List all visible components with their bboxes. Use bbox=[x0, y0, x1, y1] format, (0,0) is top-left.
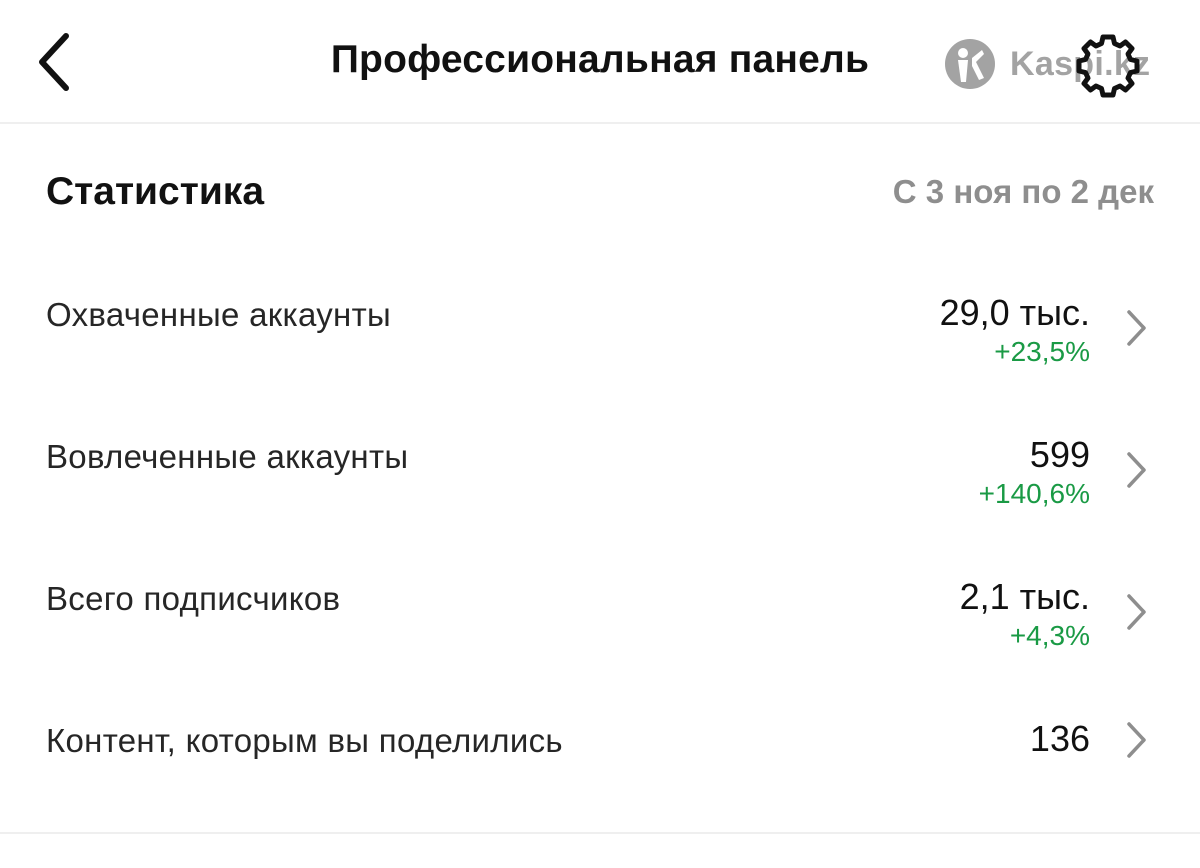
stat-row-reached-accounts[interactable]: Охваченные аккаунты 29,0 тыс. +23,5% bbox=[0, 292, 1200, 416]
stat-label: Вовлеченные аккаунты bbox=[46, 438, 409, 475]
stat-row-engaged-accounts[interactable]: Вовлеченные аккаунты 599 +140,6% bbox=[0, 434, 1200, 558]
stat-delta: +4,3% bbox=[1009, 620, 1090, 651]
chevron-right-icon bbox=[1124, 720, 1150, 760]
chevron-right-icon bbox=[1124, 308, 1150, 348]
settings-button[interactable] bbox=[1076, 34, 1140, 98]
stat-label: Охваченные аккаунты bbox=[46, 296, 392, 333]
stat-value: 29,0 тыс. bbox=[939, 292, 1090, 333]
stat-label: Всего подписчиков bbox=[46, 580, 341, 617]
stat-row-content-shared[interactable]: Контент, которым вы поделились 136 bbox=[0, 718, 1200, 842]
kaspi-logo-icon bbox=[945, 39, 995, 89]
top-bar: Профессиональная панель Kaspi.kz bbox=[0, 0, 1200, 124]
stat-delta: +140,6% bbox=[978, 478, 1090, 509]
gear-icon bbox=[1076, 34, 1140, 98]
date-range[interactable]: С 3 ноя по 2 дек bbox=[893, 173, 1154, 211]
stat-row-total-followers[interactable]: Всего подписчиков 2,1 тыс. +4,3% bbox=[0, 576, 1200, 700]
stat-label: Контент, которым вы поделились bbox=[46, 722, 563, 759]
stat-delta: +23,5% bbox=[994, 336, 1090, 367]
chevron-right-icon bbox=[1124, 592, 1150, 632]
divider bbox=[0, 832, 1200, 834]
stat-value: 2,1 тыс. bbox=[959, 576, 1090, 617]
stat-value: 599 bbox=[1029, 434, 1090, 475]
stat-value: 136 bbox=[1029, 718, 1090, 759]
statistics-title: Статистика bbox=[46, 170, 265, 213]
chevron-right-icon bbox=[1124, 450, 1150, 490]
